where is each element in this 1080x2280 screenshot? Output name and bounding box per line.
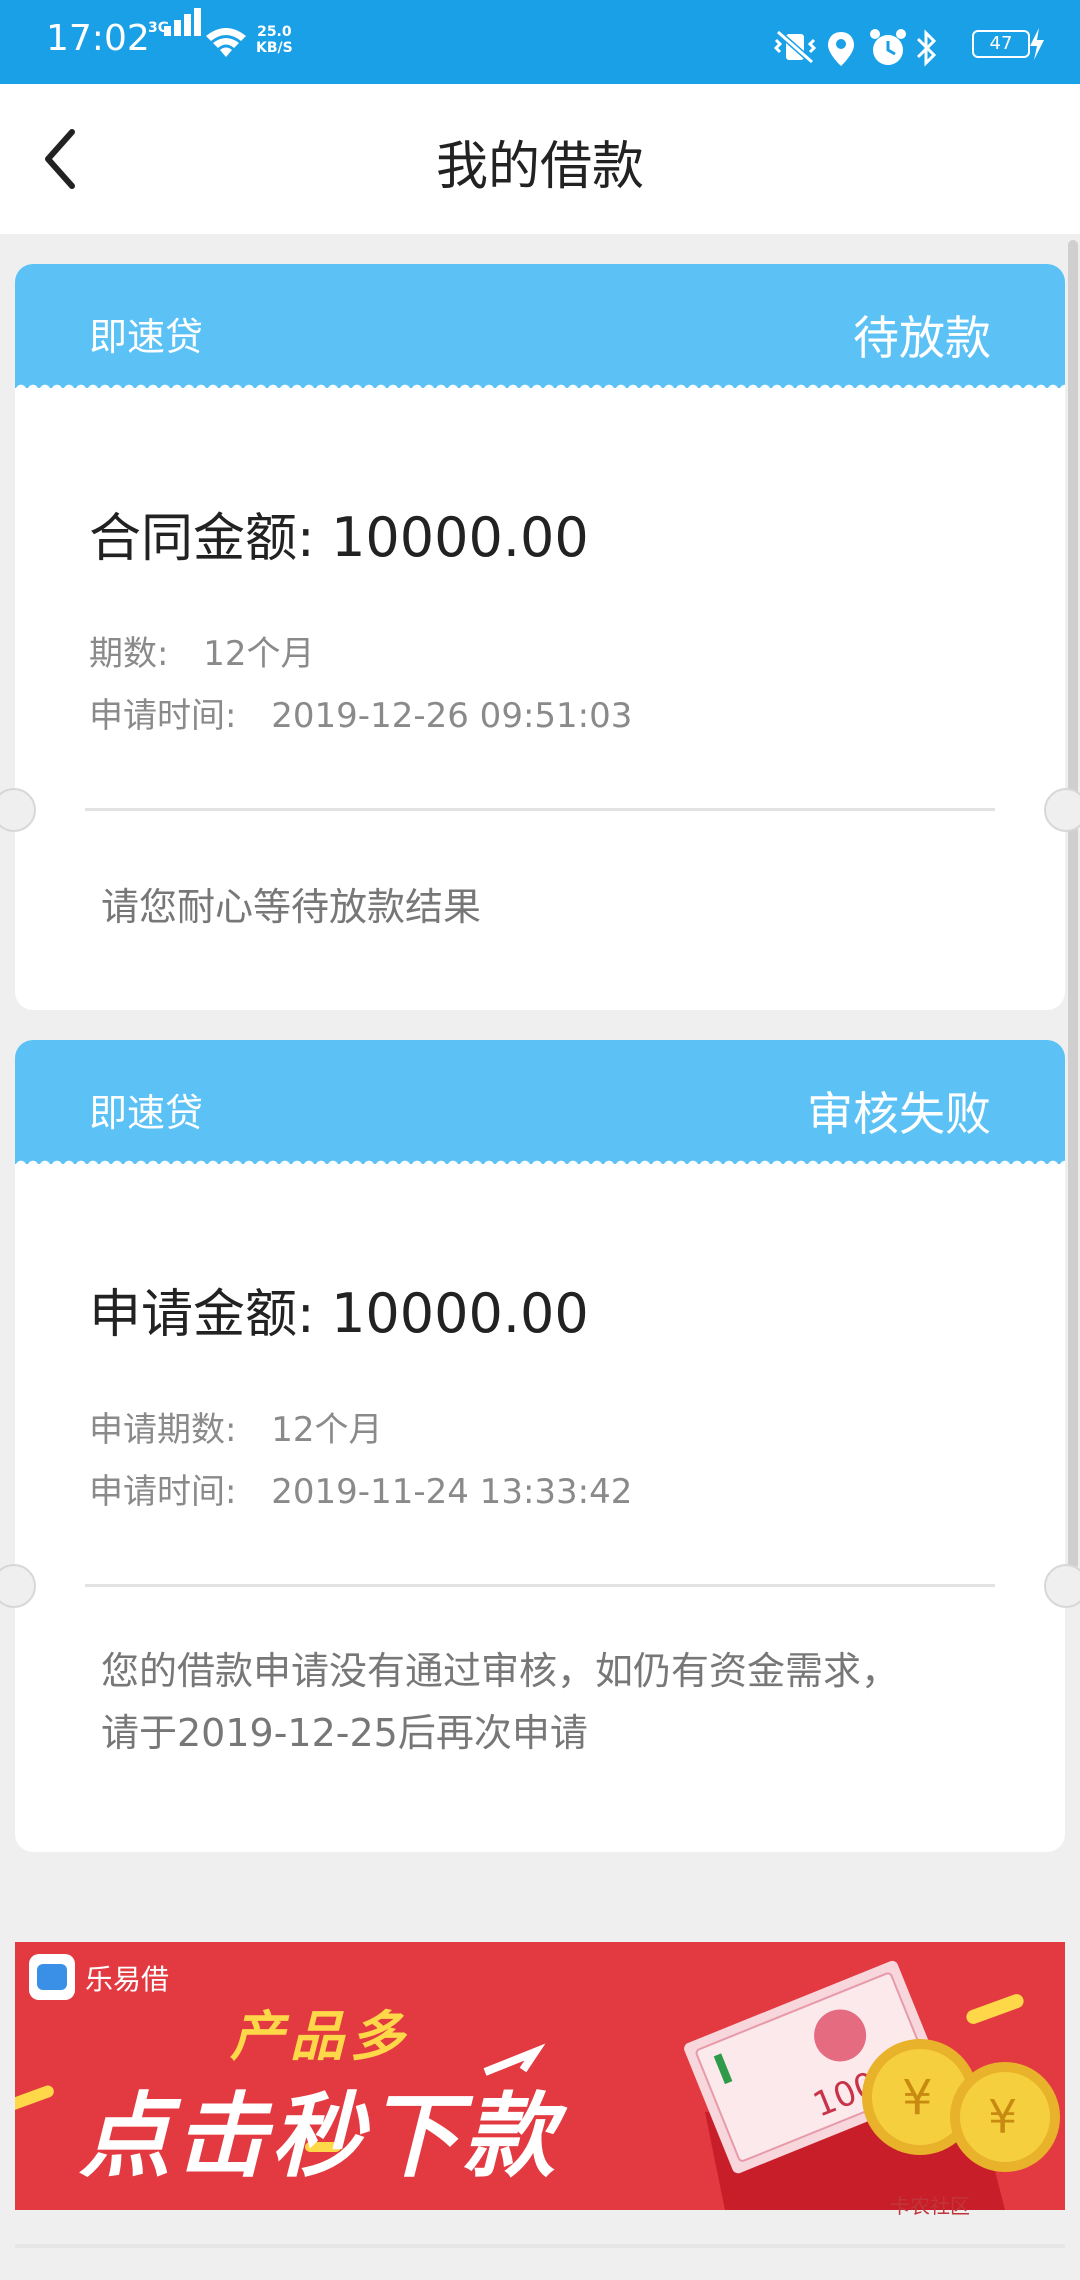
- loan-status: 待放款: [853, 311, 991, 365]
- scrollbar[interactable]: [1068, 240, 1078, 1570]
- page-title: 我的借款: [435, 137, 644, 197]
- amount-value: 10000.00: [331, 1282, 589, 1345]
- status-bar: 17:02 3G 25.0 KB/S 47: [0, 0, 1080, 84]
- bluetooth-icon: [916, 29, 937, 67]
- scallop-edge: [15, 380, 1065, 394]
- time-value: 2019-11-24 13:33:42: [271, 1472, 633, 1512]
- period-label: 申请期数:: [89, 1410, 237, 1450]
- loan-period: 申请期数: 12个月: [89, 1402, 383, 1451]
- loan-note: 请您耐心等待放款结果: [101, 876, 481, 938]
- divider: [85, 808, 995, 811]
- loan-apply-time: 申请时间: 2019-12-26 09:51:03: [89, 688, 632, 737]
- charging-icon: [1030, 28, 1044, 60]
- cellular-signal-icon: 3G: [148, 8, 201, 62]
- divider: [15, 2244, 1065, 2248]
- coin-symbol: ¥: [988, 2090, 1017, 2144]
- loan-product-name: 即速贷: [89, 315, 204, 359]
- ad-banner[interactable]: 乐易借 100 ¥ ¥ 产品多 点击秒下款: [15, 1942, 1065, 2210]
- loan-status: 审核失败: [807, 1087, 991, 1141]
- ticket-notch-right: [1044, 1564, 1080, 1608]
- amount-value: 10000.00: [331, 506, 589, 569]
- speed-value: 25.0: [257, 24, 292, 40]
- loan-card[interactable]: 即速贷 待放款 合同金额: 10000.00 期数: 12个月 申请时间: 20…: [15, 264, 1065, 1010]
- loan-amount: 合同金额: 10000.00: [89, 496, 589, 571]
- app-header: 我的借款: [0, 84, 1080, 234]
- note-line: 请您耐心等待放款结果: [101, 885, 482, 929]
- note-line: 请于2019-12-25后再次申请: [101, 1711, 588, 1755]
- period-value: 12个月: [203, 634, 315, 674]
- amount-label: 合同金额:: [89, 509, 315, 569]
- loan-apply-time: 申请时间: 2019-11-24 13:33:42: [89, 1464, 632, 1513]
- loan-note: 您的借款申请没有通过审核，如仍有资金需求， 请于2019-12-25后再次申请: [101, 1640, 899, 1764]
- period-label: 期数:: [89, 634, 169, 674]
- status-time: 17:02: [46, 18, 150, 59]
- note-line: 您的借款申请没有通过审核，如仍有资金需求，: [101, 1649, 900, 1693]
- money-coins-illustration: 100 ¥ ¥: [684, 1960, 1060, 2210]
- loan-amount: 申请金额: 10000.00: [89, 1272, 589, 1347]
- loan-card-header: 即速贷 待放款: [15, 264, 1065, 388]
- divider: [85, 1584, 995, 1587]
- speed-unit: KB/S: [256, 40, 293, 56]
- wifi-icon: [206, 28, 246, 57]
- ticket-notch-right: [1044, 788, 1080, 832]
- time-label: 申请时间:: [89, 696, 237, 736]
- ad-headline: 点击秒下款: [79, 2083, 560, 2190]
- ad-subtitle: 产品多: [230, 2005, 410, 2068]
- period-value: 12个月: [271, 1410, 383, 1450]
- time-value: 2019-12-26 09:51:03: [271, 696, 633, 736]
- alarm-icon: [870, 29, 906, 65]
- loan-card-header: 即速贷 审核失败: [15, 1040, 1065, 1164]
- amount-label: 申请金额:: [89, 1285, 315, 1345]
- loan-product-name: 即速贷: [89, 1091, 204, 1135]
- watermark: 卡农社区: [890, 2194, 970, 2218]
- scallop-edge: [15, 1156, 1065, 1170]
- vibrate-off-icon: [773, 30, 817, 64]
- loan-period: 期数: 12个月: [89, 626, 315, 675]
- location-icon: [828, 32, 854, 66]
- loan-card[interactable]: 即速贷 审核失败 申请金额: 10000.00 申请期数: 12个月 申请时间:…: [15, 1040, 1065, 1852]
- time-label: 申请时间:: [89, 1472, 237, 1512]
- battery-level: 47: [972, 30, 1030, 58]
- coin-symbol: ¥: [902, 2070, 933, 2126]
- network-speed: 25.0 KB/S: [256, 24, 293, 56]
